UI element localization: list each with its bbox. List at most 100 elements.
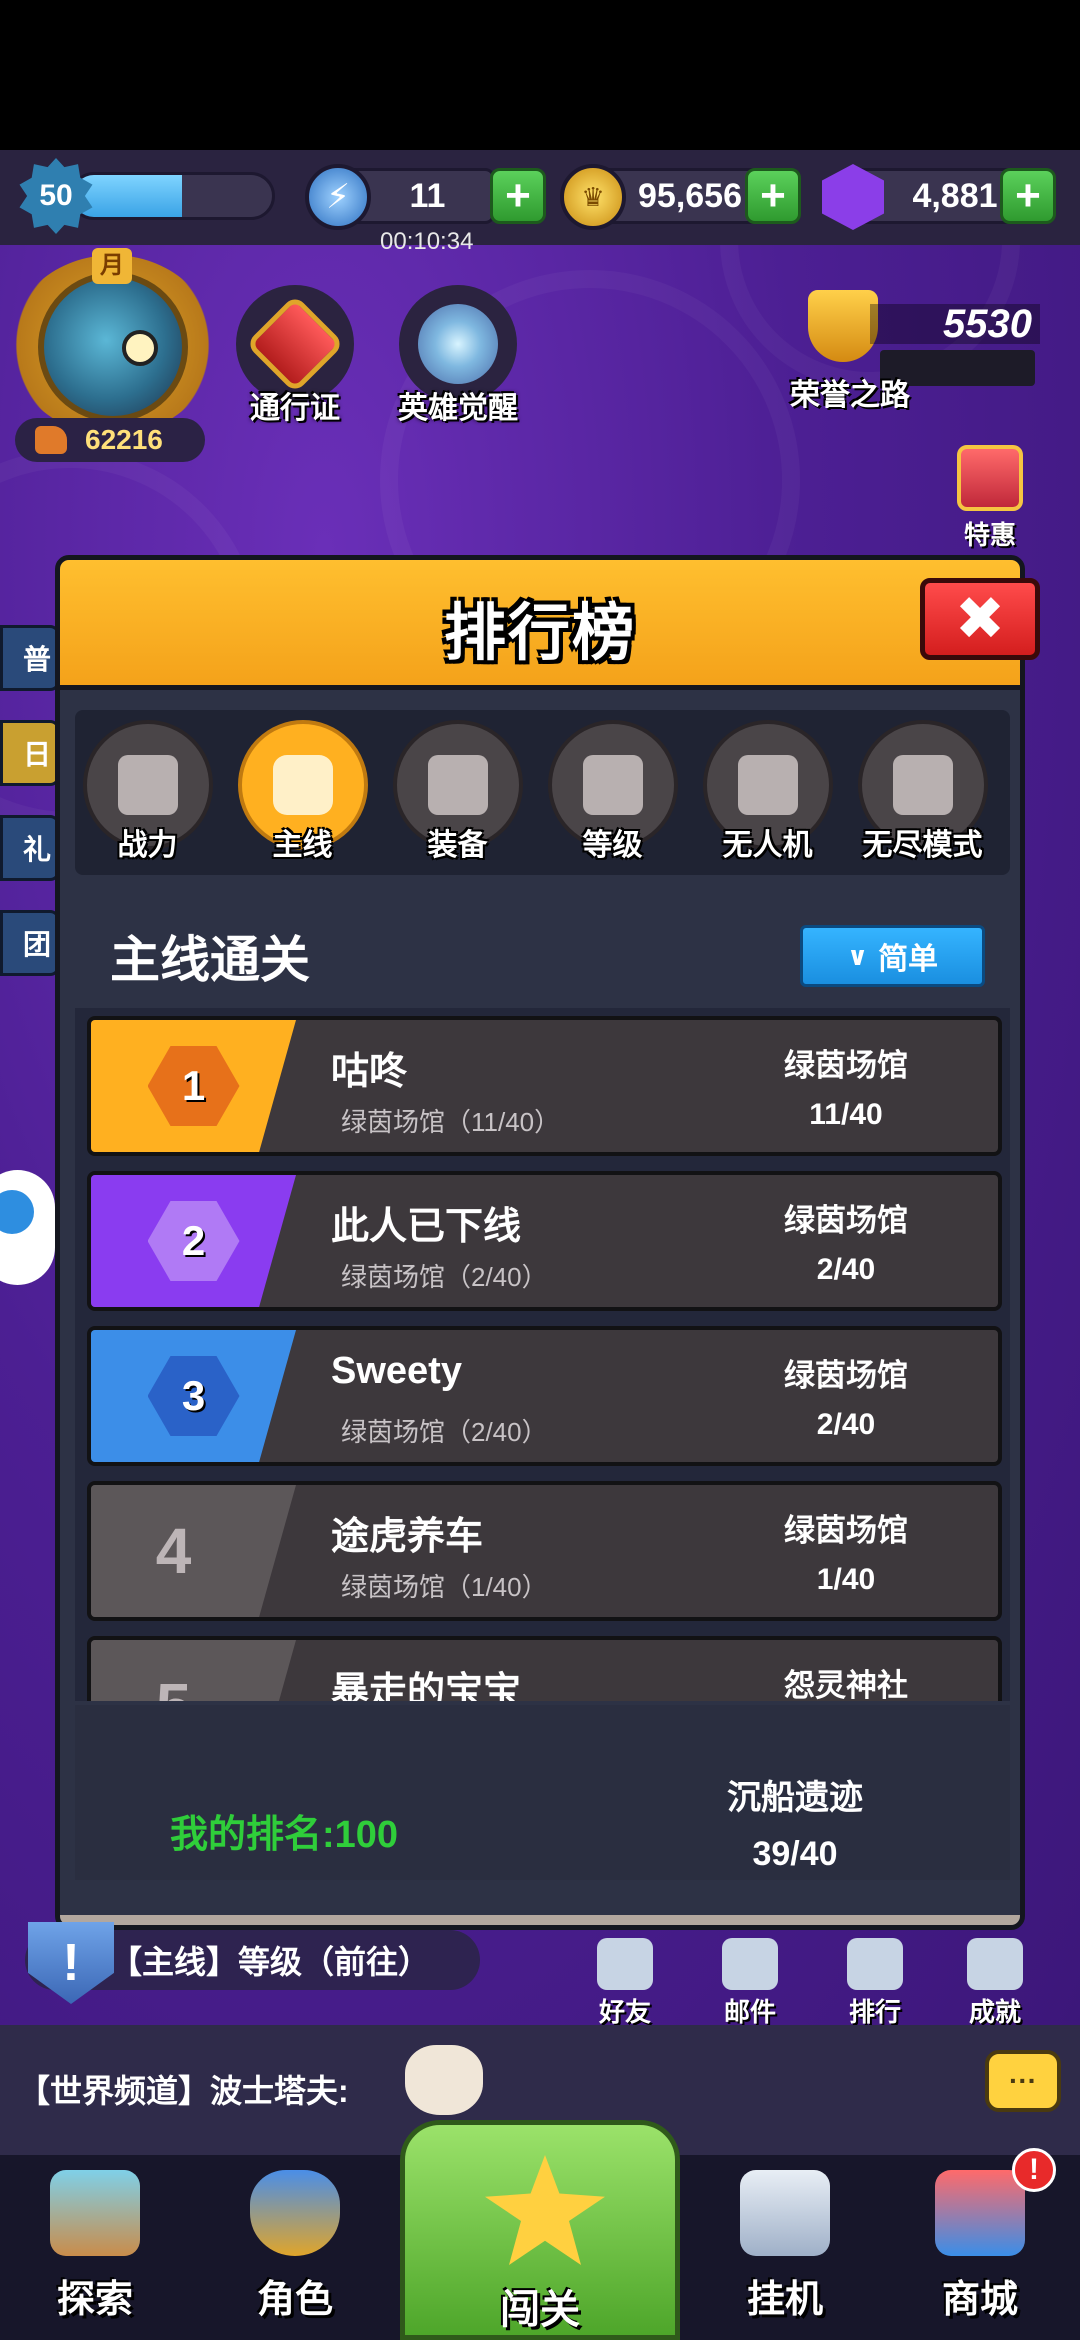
hero-awaken-label: 英雄觉醒 — [398, 392, 518, 425]
leaderboard-modal: 排行榜 战力 主线 装备 等级 无人机 无尽模式 主线通关 ∨ 简单 1 咕咚 … — [55, 555, 1025, 1930]
player-name: 暴走的宝宝 — [331, 1671, 522, 1701]
nav-idle[interactable]: 挂机 — [690, 2170, 880, 2335]
energy-value: 11 — [409, 176, 446, 215]
coin-value: 95,656 — [638, 176, 742, 215]
mail-label: 邮件 — [723, 1997, 776, 2027]
player-stage-detail: 绿茵场馆（11/40） — [341, 1107, 561, 1137]
ranking-button[interactable]: 排行 — [830, 1938, 920, 2028]
friends-button[interactable]: 好友 — [580, 1938, 670, 2028]
difficulty-label: 简单 — [878, 943, 939, 976]
mail-button[interactable]: 邮件 — [705, 1938, 795, 2028]
tab-power[interactable]: 战力 — [80, 720, 215, 870]
rank-cell: 2 — [91, 1175, 296, 1307]
tab-drone-label: 无人机 — [722, 829, 813, 862]
battle-pass-icon — [245, 294, 345, 394]
player-stage-detail: 绿茵场馆（1/40） — [341, 1572, 548, 1602]
combat-power: 62216 — [15, 418, 205, 462]
honor-road-button[interactable]: 5530 荣誉之路 — [790, 290, 1050, 412]
add-energy-button[interactable]: + — [490, 168, 546, 224]
leaderboard-row[interactable]: 2 此人已下线 绿茵场馆（2/40） 绿茵场馆 2/40 — [87, 1171, 1002, 1311]
side-tab-4[interactable]: 团 — [0, 910, 60, 976]
difficulty-dropdown[interactable]: ∨ 简单 — [800, 925, 985, 987]
player-stage: 绿茵场馆 — [784, 1358, 908, 1393]
boot-icon — [35, 426, 67, 454]
tab-level-label: 等级 — [582, 829, 643, 862]
leaderboard-row[interactable]: 1 咕咚 绿茵场馆（11/40） 绿茵场馆 11/40 — [87, 1016, 1002, 1156]
gem-value: 4,881 — [912, 176, 998, 215]
honor-score: 5530 — [870, 304, 1040, 344]
trophy-small-icon — [847, 1938, 903, 1990]
special-offer-button[interactable]: 特惠 — [945, 445, 1035, 555]
combat-power-value: 62216 — [85, 424, 163, 455]
nav-shop-label: 商城 — [941, 2279, 1018, 2321]
rank-cell: 4 — [91, 1485, 296, 1617]
modal-header: 排行榜 — [60, 560, 1020, 690]
player-stage: 绿茵场馆 — [784, 1513, 908, 1548]
tab-mainline[interactable]: 主线 — [235, 720, 370, 870]
leaderboard-row[interactable]: 5 暴走的宝宝 怨灵神社 — [87, 1636, 1002, 1701]
nav-explore-label: 探索 — [56, 2279, 133, 2321]
backpack-icon — [427, 755, 488, 815]
leaderboard-row[interactable]: 3 Sweety 绿茵场馆（2/40） 绿茵场馆 2/40 — [87, 1326, 1002, 1466]
tab-level[interactable]: 等级 — [545, 720, 680, 870]
rank-cell: 3 — [91, 1330, 296, 1462]
nav-idle-label: 挂机 — [746, 2279, 823, 2321]
shop-notification-badge: ! — [1012, 2148, 1056, 2192]
side-tab-1[interactable]: 普 — [0, 625, 60, 691]
nav-character[interactable]: 角色 — [200, 2170, 390, 2335]
gold-medal-icon: 1 — [147, 1046, 240, 1126]
lightning-icon: ⚡ — [305, 164, 371, 230]
tab-drone[interactable]: 无人机 — [700, 720, 835, 870]
energy-timer: 00:10:34 — [380, 228, 474, 255]
rank-cell: 5 — [91, 1640, 296, 1701]
leaderboard-list[interactable]: 1 咕咚 绿茵场馆（11/40） 绿茵场馆 11/40 2 此人已下线 绿茵场馆… — [75, 1008, 1010, 1701]
nav-character-label: 角色 — [256, 2279, 333, 2321]
leaderboard-row[interactable]: 4 途虎养车 绿茵场馆（1/40） 绿茵场馆 1/40 — [87, 1481, 1002, 1621]
nav-explore[interactable]: 探索 — [0, 2170, 190, 2335]
achievements-label: 成就 — [968, 1997, 1021, 2027]
mail-icon — [722, 1938, 778, 1990]
section-title: 主线通关 — [110, 932, 310, 988]
friend-side-icon[interactable] — [0, 1170, 55, 1285]
avatar-eye — [122, 330, 158, 366]
honor-road-label: 荣誉之路 — [790, 379, 910, 412]
player-stage-detail: 绿茵场馆（2/40） — [341, 1417, 548, 1447]
tab-equipment[interactable]: 装备 — [390, 720, 525, 870]
avatar[interactable] — [38, 272, 188, 422]
blue-medal-icon: 3 — [147, 1356, 240, 1436]
player-name: Sweety — [331, 1350, 462, 1392]
player-stage: 怨灵神社 — [784, 1668, 908, 1701]
gift-icon — [957, 445, 1023, 511]
tab-endless[interactable]: 无尽模式 — [855, 720, 990, 870]
tab-equipment-label: 装备 — [427, 829, 488, 862]
nav-shop[interactable]: 商城 — [885, 2170, 1075, 2335]
rank-cell: 1 — [91, 1020, 296, 1152]
nav-stage[interactable]: 闯关 — [400, 2120, 680, 2340]
add-gems-button[interactable]: + — [1000, 168, 1056, 224]
side-tab-3[interactable]: 礼 — [0, 815, 60, 881]
xp-bar-fill — [73, 175, 183, 217]
battle-pass-button[interactable]: 通行证 — [230, 285, 360, 425]
xp-bar — [70, 172, 275, 220]
skull-icon — [892, 755, 953, 815]
player-name: 途虎养车 — [331, 1516, 484, 1558]
player-progress: 2/40 — [816, 1253, 876, 1286]
player-stage: 绿茵场馆 — [784, 1203, 908, 1238]
rank-number: 5 — [156, 1669, 192, 1701]
rank-number: 4 — [155, 1515, 192, 1587]
chat-bubble-icon[interactable]: ··· — [985, 2050, 1061, 2112]
add-coins-button[interactable]: + — [745, 168, 801, 224]
player-name: 此人已下线 — [331, 1206, 522, 1248]
character-shield-icon — [250, 2170, 340, 2256]
special-offer-label: 特惠 — [963, 520, 1016, 550]
achievements-button[interactable]: 成就 — [950, 1938, 1040, 2028]
close-button[interactable]: ✖ — [920, 578, 1040, 660]
purple-medal-icon: 2 — [147, 1201, 240, 1281]
drone-icon — [737, 755, 798, 815]
chat-message: 【世界频道】波士塔夫: — [18, 2073, 349, 2109]
hero-awaken-button[interactable]: 英雄觉醒 — [393, 285, 523, 425]
side-tab-2[interactable]: 日 — [0, 720, 60, 786]
chevron-down-icon: ∨ — [846, 940, 869, 971]
friends-label: 好友 — [598, 1997, 651, 2027]
modal-title: 排行榜 — [443, 599, 636, 668]
